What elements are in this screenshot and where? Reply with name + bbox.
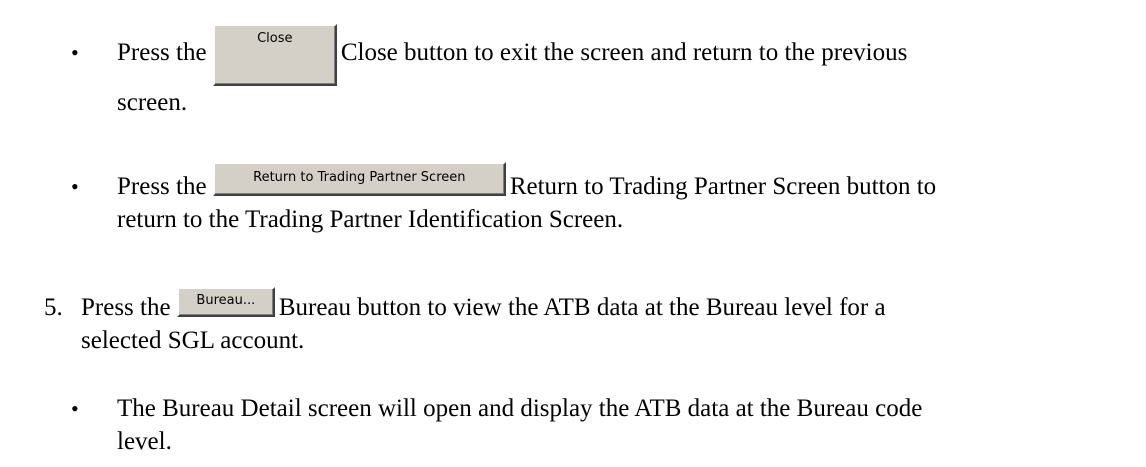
instruction-bureau-detail: The Bureau Detail screen will open and d… [117, 392, 922, 458]
step-number: 5. [44, 294, 63, 321]
instruction-line: screen. [117, 89, 188, 116]
instruction-line: return to the Trading Partner Identifica… [117, 206, 624, 233]
instruction-line: Press the Return to Trading Partner Scre… [117, 162, 937, 203]
instruction-bureau: Press the Bureau... Bureau button to view… [81, 287, 886, 357]
bullet-marker: • [71, 40, 79, 65]
instruction-return: Press the Return to Trading Partner Scre… [117, 162, 937, 236]
instruction-prefix: Press the [117, 39, 207, 66]
instruction-text: Bureau button to view the ATB data at th… [278, 294, 886, 321]
bureau-button[interactable]: Bureau... [176, 287, 275, 317]
instruction-prefix: Press the [117, 173, 207, 200]
instruction-text: Return to Trading Partner Screen button … [509, 173, 937, 200]
instruction-line: level. [117, 428, 172, 455]
instruction-text: Close button to exit the screen and retu… [340, 39, 908, 66]
bullet-marker: • [71, 396, 79, 421]
instruction-line: Press the Bureau... Bureau button to view… [81, 287, 886, 324]
instruction-line: Press the CloseClose button to exit the … [117, 24, 908, 86]
bullet-marker: • [71, 174, 79, 199]
instruction-line: selected SGL account. [81, 327, 305, 354]
instruction-close: Press the CloseClose button to exit the … [117, 24, 908, 119]
instruction-prefix: Press the [81, 294, 171, 321]
close-button[interactable]: Close [212, 24, 337, 86]
return-to-trading-partner-button[interactable]: Return to Trading Partner Screen [212, 162, 506, 196]
instruction-line: The Bureau Detail screen will open and d… [117, 395, 923, 422]
